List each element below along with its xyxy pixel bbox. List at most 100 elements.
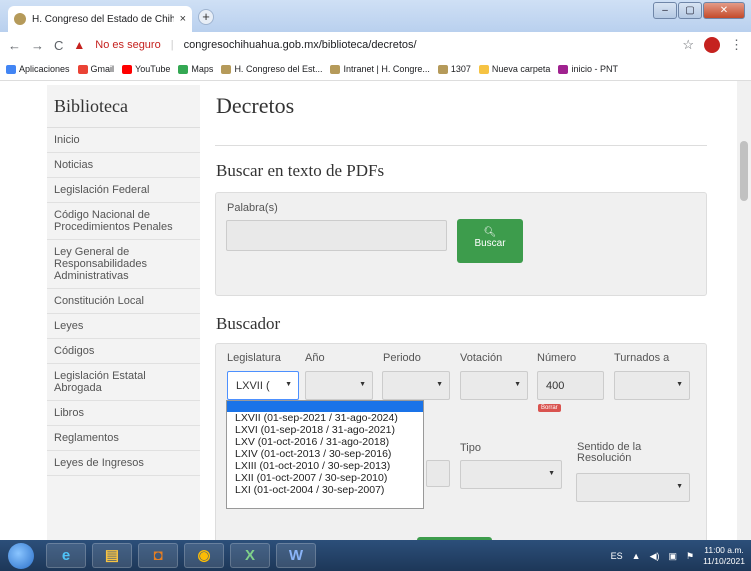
warning-icon[interactable]: ▲ (73, 38, 85, 52)
sidebar-item-legislacion-abrogada[interactable]: Legislación Estatal Abrogada (47, 364, 200, 401)
scrollbar-thumb[interactable] (740, 141, 748, 201)
turnados-select[interactable]: ▼ (614, 371, 690, 400)
hidden-field-partial[interactable] (426, 460, 450, 487)
google-icon (77, 65, 88, 75)
tray-up-icon[interactable]: ▲ (632, 551, 641, 561)
bookmarks-bar: Aplicaciones Gmail YouTube Maps H. Congr… (0, 58, 751, 81)
legislatura-label: Legislatura (227, 352, 281, 364)
sidebar: Biblioteca Inicio Noticias Legislación F… (47, 85, 200, 540)
sidebar-item-codigo-nacional[interactable]: Código Nacional de Procedimientos Penale… (47, 203, 200, 240)
congreso-icon (221, 65, 232, 75)
reload-icon[interactable]: C (54, 38, 63, 53)
chevron-down-icon: ▼ (359, 381, 366, 388)
outlook-icon[interactable]: ◘ (138, 543, 178, 568)
internet-explorer-icon[interactable]: e (46, 543, 86, 568)
bookmark-intranet[interactable]: Intranet | H. Congre... (330, 64, 430, 75)
votacion-label: Votación (460, 352, 503, 364)
numero-input[interactable]: 400 (537, 371, 604, 400)
votacion-select[interactable]: ▼ (460, 371, 528, 400)
page-scrollbar[interactable] (737, 81, 751, 540)
bookmark-pnt[interactable]: inicio - PNT (558, 64, 618, 75)
sidebar-item-libros[interactable]: Libros (47, 401, 200, 426)
congreso-icon (330, 65, 341, 75)
congreso-favicon-icon (14, 13, 26, 25)
minimize-button[interactable]: – (653, 2, 677, 19)
browser-tab[interactable]: H. Congreso del Estado de Chihu × (8, 6, 192, 32)
bookmark-congreso[interactable]: H. Congreso del Est... (221, 64, 322, 75)
tab-close-icon[interactable]: × (180, 13, 186, 25)
periodo-select[interactable]: ▼ (382, 371, 450, 400)
bookmark-apps[interactable]: Aplicaciones (6, 64, 70, 75)
search-icon: 🔍︎ (483, 227, 497, 238)
bookmark-gmail[interactable]: Gmail (77, 64, 114, 75)
legislatura-value: LXVII ( (236, 380, 270, 392)
page-title: Decretos (216, 93, 295, 118)
volume-icon[interactable]: ◀) (650, 551, 660, 562)
maximize-button[interactable]: ▢ (678, 2, 702, 19)
sidebar-item-noticias[interactable]: Noticias (47, 153, 200, 178)
sidebar-item-legislacion-federal[interactable]: Legislación Federal (47, 178, 200, 203)
sidebar-item-ley-general[interactable]: Ley General de Responsabilidades Adminis… (47, 240, 200, 289)
clock[interactable]: 11:00 a.m. 11/10/2021 (703, 545, 745, 567)
menu-icon[interactable]: ⋮ (730, 37, 743, 53)
forward-icon[interactable]: → (31, 38, 44, 53)
tipo-label: Tipo (460, 442, 481, 454)
bookmark-maps[interactable]: Maps (178, 64, 213, 75)
sidebar-item-constitucion-local[interactable]: Constitución Local (47, 289, 200, 314)
word-icon[interactable]: W (276, 543, 316, 568)
bookmark-1307[interactable]: 1307 (437, 64, 471, 75)
periodo-label: Periodo (383, 352, 421, 364)
congreso-icon (437, 65, 448, 75)
legislatura-select[interactable]: LXVII ( ▼ (227, 371, 299, 400)
borrar-button[interactable]: Borrar (538, 404, 561, 412)
legislatura-dropdown-list[interactable]: LXVII (01-sep-2021 / 31-ago-2024) LXVI (… (226, 400, 424, 509)
excel-icon[interactable]: X (230, 543, 270, 568)
dropdown-option[interactable]: LXIV (01-oct-2013 / 30-sep-2016) (227, 448, 423, 460)
windows-start-icon[interactable] (8, 543, 34, 569)
sidebar-item-leyes-ingresos[interactable]: Leyes de Ingresos (47, 451, 200, 476)
sidebar-item-leyes[interactable]: Leyes (47, 314, 200, 339)
divider (215, 145, 707, 146)
language-indicator[interactable]: ES (611, 551, 623, 561)
dropdown-option[interactable]: LXVI (01-sep-2018 / 31-ago-2021) (227, 424, 423, 436)
palabra-label: Palabra(s) (227, 202, 278, 214)
url-field[interactable]: congresochihuahua.gob.mx/biblioteca/decr… (184, 39, 417, 51)
address-separator: | (170, 39, 174, 51)
file-explorer-icon[interactable]: ▤ (92, 543, 132, 568)
anio-label: Año (305, 352, 325, 364)
buscar-pdf-button[interactable]: 🔍︎ Buscar (457, 219, 523, 263)
profile-avatar[interactable] (704, 37, 720, 53)
chevron-down-icon: ▼ (436, 381, 443, 388)
insecure-label[interactable]: No es seguro (95, 39, 160, 51)
sidebar-item-codigos[interactable]: Códigos (47, 339, 200, 364)
palabra-input[interactable] (226, 220, 447, 251)
maps-icon (178, 65, 189, 75)
anio-select[interactable]: ▼ (305, 371, 373, 400)
dropdown-option[interactable]: LXII (01-oct-2007 / 30-sep-2010) (227, 472, 423, 484)
network-icon[interactable]: ▣ (668, 551, 677, 562)
close-window-button[interactable]: ✕ (703, 2, 745, 19)
folder-icon (478, 65, 489, 75)
dropdown-option[interactable]: LXVII (01-sep-2021 / 31-ago-2024) (227, 412, 423, 424)
new-tab-button[interactable]: + (198, 9, 214, 25)
bookmark-nueva-carpeta[interactable]: Nueva carpeta (478, 64, 550, 75)
pnt-icon (558, 65, 569, 75)
dropdown-option[interactable]: LXV (01-oct-2016 / 31-ago-2018) (227, 436, 423, 448)
sidebar-item-inicio[interactable]: Inicio (47, 128, 200, 153)
dropdown-option[interactable]: LXIII (01-oct-2010 / 30-sep-2013) (227, 460, 423, 472)
chevron-down-icon: ▼ (514, 381, 521, 388)
bookmark-youtube[interactable]: YouTube (122, 64, 170, 75)
flag-icon[interactable]: ⚑ (686, 551, 694, 562)
numero-label: Número (537, 352, 577, 364)
sidebar-item-reglamentos[interactable]: Reglamentos (47, 426, 200, 451)
buscar-label: Buscar (474, 238, 506, 249)
dropdown-highlight[interactable] (227, 401, 423, 412)
dropdown-option[interactable]: LXI (01-oct-2004 / 30-sep-2007) (227, 484, 423, 496)
sentido-select[interactable]: ▼ (576, 473, 690, 502)
star-icon[interactable]: ☆ (682, 37, 694, 53)
tipo-select[interactable]: ▼ (460, 460, 562, 489)
address-bar: ← → C ▲ No es seguro | congresochihuahua… (0, 32, 751, 58)
chevron-down-icon: ▼ (676, 381, 683, 388)
chrome-icon[interactable]: ◉ (184, 543, 224, 568)
back-icon[interactable]: ← (8, 38, 21, 53)
